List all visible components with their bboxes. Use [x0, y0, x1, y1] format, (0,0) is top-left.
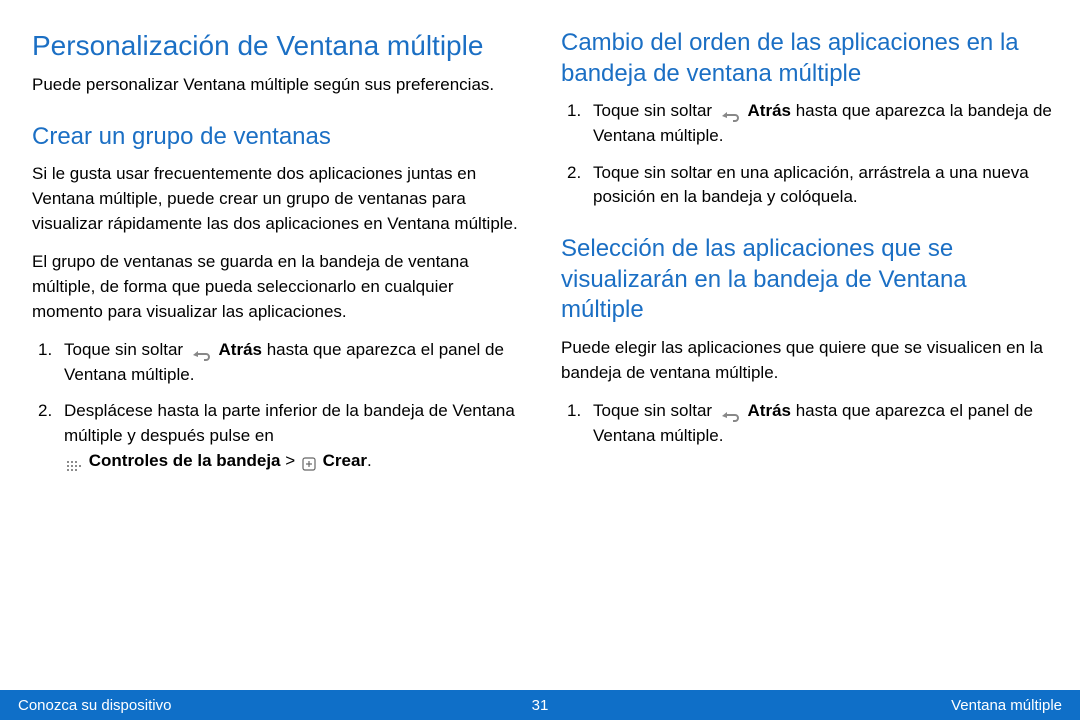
- page-footer: Conozca su dispositivo 31 Ventana múltip…: [0, 690, 1080, 720]
- back-icon: [190, 343, 212, 359]
- sub-heading-change-order: Cambio del orden de las aplicaciones en …: [561, 28, 1054, 89]
- step-text: Toque sin soltar en una aplicación, arrá…: [593, 163, 1029, 207]
- page-number: 31: [532, 697, 549, 714]
- step-text: Toque sin soltar: [593, 401, 717, 420]
- back-icon: [719, 404, 741, 420]
- main-heading: Personalización de Ventana múltiple: [32, 28, 525, 63]
- step-text: .: [367, 451, 372, 470]
- intro-paragraph: Puede personalizar Ventana múltiple segú…: [32, 73, 525, 98]
- steps-list: Toque sin soltar Atrás hasta que aparezc…: [32, 338, 525, 473]
- step-text: Toque sin soltar: [593, 101, 717, 120]
- step-item: Toque sin soltar Atrás hasta que aparezc…: [567, 99, 1054, 148]
- create-label: Crear: [323, 451, 367, 470]
- manual-page: Personalización de Ventana múltiple Pued…: [0, 0, 1080, 720]
- back-label: Atrás: [748, 401, 791, 420]
- steps-list: Toque sin soltar Atrás hasta que aparezc…: [561, 399, 1054, 448]
- step-item: Toque sin soltar Atrás hasta que aparezc…: [38, 338, 525, 387]
- sub-heading-create-group: Crear un grupo de ventanas: [32, 122, 525, 153]
- back-icon: [719, 104, 741, 120]
- footer-left: Conozca su dispositivo: [18, 697, 171, 714]
- steps-list: Toque sin soltar Atrás hasta que aparezc…: [561, 99, 1054, 210]
- step-item: Toque sin soltar en una aplicación, arrá…: [567, 161, 1054, 210]
- step-item: Desplácese hasta la parte inferior de la…: [38, 399, 525, 473]
- back-label: Atrás: [219, 340, 262, 359]
- paragraph: El grupo de ventanas se guarda en la ban…: [32, 250, 525, 324]
- paragraph: Puede elegir las aplicaciones que quiere…: [561, 336, 1054, 385]
- two-column-layout: Personalización de Ventana múltiple Pued…: [32, 28, 1054, 485]
- create-icon: [302, 454, 316, 468]
- paragraph: Si le gusta usar frecuentemente dos apli…: [32, 162, 525, 236]
- step-text: Toque sin soltar: [64, 340, 188, 359]
- step-text: Desplácese hasta la parte inferior de la…: [64, 401, 515, 445]
- sub-heading-select-apps: Selección de las aplicaciones que se vis…: [561, 234, 1054, 326]
- back-label: Atrás: [748, 101, 791, 120]
- right-column: Cambio del orden de las aplicaciones en …: [561, 28, 1054, 485]
- tray-controls-icon: [66, 455, 82, 467]
- tray-controls-label: Controles de la bandeja: [89, 451, 281, 470]
- footer-right: Ventana múltiple: [951, 697, 1062, 714]
- left-column: Personalización de Ventana múltiple Pued…: [32, 28, 525, 485]
- step-item: Toque sin soltar Atrás hasta que aparezc…: [567, 399, 1054, 448]
- step-separator: >: [281, 451, 300, 470]
